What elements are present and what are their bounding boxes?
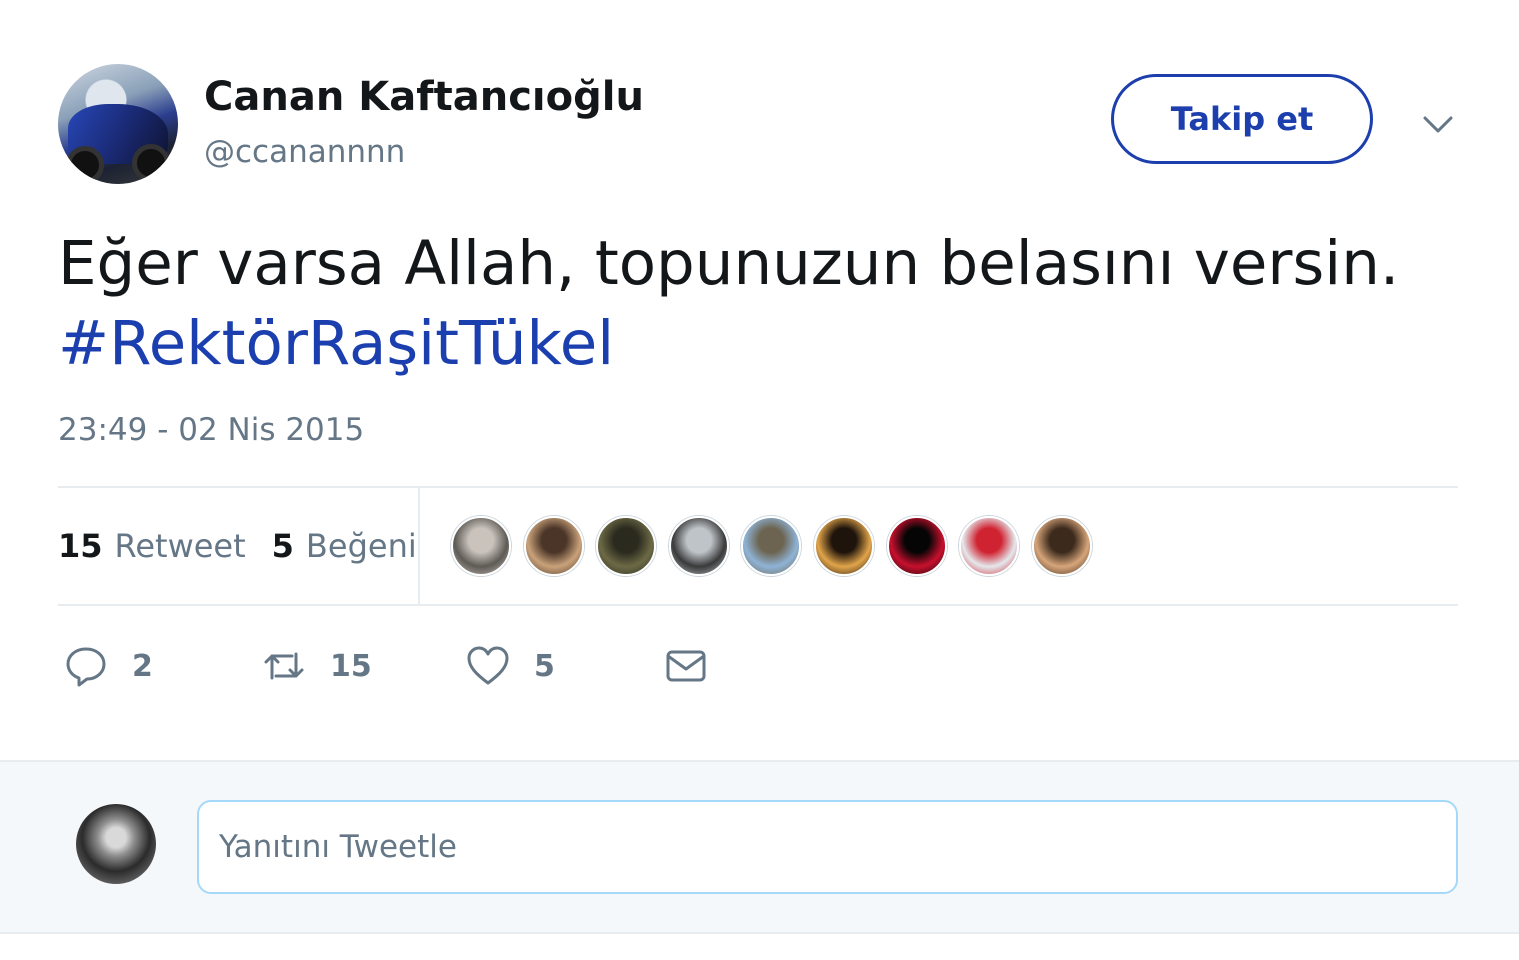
reply-count: 2 xyxy=(132,648,153,684)
direct-message-action[interactable] xyxy=(664,636,708,696)
liker-avatar[interactable] xyxy=(596,516,657,576)
retweet-count: 15 xyxy=(330,648,372,684)
envelope-icon xyxy=(666,650,706,682)
reply-composer xyxy=(0,760,1519,934)
like-count: 5 xyxy=(534,648,555,684)
liker-avatar[interactable] xyxy=(523,516,584,576)
tweet-actions: 2 15 5 xyxy=(58,636,858,696)
author-avatar[interactable] xyxy=(58,64,178,184)
liker-avatars xyxy=(451,516,1104,576)
liker-avatar[interactable] xyxy=(451,516,511,576)
tweet-timestamp[interactable]: 23:49 - 02 Nis 2015 xyxy=(58,412,364,448)
like-action[interactable]: 5 xyxy=(466,636,555,696)
liker-avatar[interactable] xyxy=(1031,516,1092,576)
chevron-down-icon[interactable] xyxy=(1420,106,1456,142)
retweet-icon xyxy=(264,652,304,680)
follow-button[interactable]: Takip et xyxy=(1111,74,1373,164)
tweet-stats: 15 Retweet 5 Beğeni xyxy=(58,486,1458,606)
hashtag-link[interactable]: #RektörRaşitTükel xyxy=(58,304,1399,384)
liker-avatar[interactable] xyxy=(813,516,874,576)
heart-icon xyxy=(467,646,509,685)
liker-avatar[interactable] xyxy=(959,516,1020,576)
liker-avatar[interactable] xyxy=(741,516,802,576)
like-stat-count: 5 xyxy=(271,527,294,565)
retweet-action[interactable]: 15 xyxy=(262,636,372,696)
current-user-avatar[interactable] xyxy=(76,804,156,884)
reply-input[interactable] xyxy=(197,800,1458,894)
liker-avatar[interactable] xyxy=(886,516,947,576)
author-handle[interactable]: @ccanannnn xyxy=(204,134,405,170)
tweet-text: Eğer varsa Allah, topunuzun belasını ver… xyxy=(58,224,1399,384)
stat-counts: 15 Retweet 5 Beğeni xyxy=(58,488,420,604)
tweet-body: Eğer varsa Allah, topunuzun belasını ver… xyxy=(58,228,1400,299)
liker-avatar[interactable] xyxy=(668,516,729,576)
retweet-stat-count: 15 xyxy=(58,527,103,565)
retweet-stat-label: Retweet xyxy=(114,527,246,565)
like-stat-label: Beğeni xyxy=(305,527,417,565)
author-name[interactable]: Canan Kaftancıoğlu xyxy=(204,74,644,120)
tweet-card: Canan Kaftancıoğlu @ccanannnn Takip et E… xyxy=(0,0,1519,760)
retweet-stat[interactable]: 15 Retweet xyxy=(58,527,246,565)
like-stat[interactable]: 5 Beğeni xyxy=(272,527,417,565)
reply-icon xyxy=(66,647,106,687)
reply-action[interactable]: 2 xyxy=(64,636,153,696)
